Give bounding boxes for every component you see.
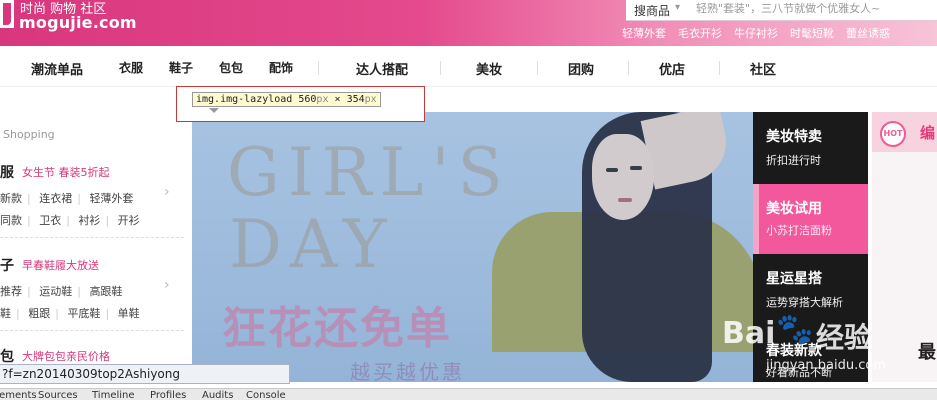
browser-status-bar: ?f=zn20140309top2Ashiyong: [0, 364, 290, 384]
element-height: 354: [346, 94, 365, 105]
category-link[interactable]: 运动鞋: [39, 285, 72, 298]
logo-icon[interactable]: [0, 0, 14, 28]
hot-link[interactable]: 轻薄外套: [622, 25, 666, 41]
nav-item-group-buy[interactable]: 团购: [568, 59, 594, 78]
category-title: 服: [0, 165, 14, 181]
category-link[interactable]: 推荐: [0, 285, 22, 298]
search-input[interactable]: [696, 2, 926, 15]
category-group-clothes[interactable]: 服 女生节 春装5折起 › 新款 | 连衣裙 | 轻薄外套 同款 | 卫衣 | 衬衫 | …: [0, 162, 184, 232]
promo-title: 美妆特卖: [766, 129, 822, 145]
devtools-tab-bar: Elements Sources Timeline Profiles Audit…: [0, 388, 937, 400]
category-links-row: 新款 | 连衣裙 | 轻薄外套: [0, 192, 134, 205]
devtools-inspect-tooltip: img.img-lazyload 560px × 354px: [176, 86, 425, 122]
unit-label: px: [364, 94, 377, 105]
watermark-text: 经验: [816, 321, 873, 354]
category-promo-link[interactable]: 大牌包包亲民价格: [22, 348, 110, 364]
category-link[interactable]: 高跟鞋: [89, 285, 122, 298]
nav-divider: [318, 61, 319, 75]
category-title: 包: [0, 349, 14, 365]
hero-banner[interactable]: GIRL'S DAY 狂花还免单 越买越优惠: [192, 112, 753, 382]
logo-url[interactable]: mogujie.com: [19, 13, 137, 32]
promo-beauty-sale[interactable]: 美妆特卖 折扣进行时: [753, 112, 868, 184]
hot-badge-icon: HOT: [880, 121, 906, 147]
category-link[interactable]: 单鞋: [118, 307, 140, 320]
side-ad-header: HOT 编: [872, 112, 937, 152]
baidu-jingyan-watermark: Bai 🐾 经验 jingyan.baidu.com: [722, 298, 922, 388]
hot-link[interactable]: 毛衣开衫: [678, 25, 722, 41]
status-url: ?f=zn20140309top2Ashiyong: [2, 367, 180, 381]
divider: [0, 330, 184, 331]
category-promo-link[interactable]: 女生节 春装5折起: [22, 164, 110, 180]
nav-item-shoes[interactable]: 鞋子: [169, 59, 193, 76]
category-link[interactable]: 衬衫: [78, 214, 100, 227]
chevron-right-icon: ›: [164, 277, 170, 293]
chevron-right-icon: ›: [164, 184, 170, 200]
page: 时尚 购物 社区 mogujie.com 搜商品 ▾ 轻薄外套 毛衣开衫 牛仔衬…: [0, 0, 937, 400]
hot-links: 轻薄外套 毛衣开衫 牛仔衬衫 时髦短靴 蕾丝诱惑: [622, 25, 890, 41]
promo-subtitle: 小苏打洁面粉: [766, 224, 832, 237]
hot-link[interactable]: 蕾丝诱惑: [846, 25, 890, 41]
nav-item-accessories[interactable]: 配饰: [269, 59, 293, 76]
category-link[interactable]: 连衣裙: [39, 192, 72, 205]
nav-item-trend[interactable]: 潮流单品: [31, 59, 83, 78]
unit-label: px: [316, 94, 329, 105]
category-link[interactable]: 开衫: [118, 214, 140, 227]
search-category-select[interactable]: 搜商品: [634, 2, 670, 19]
devtools-tab[interactable]: Console: [246, 389, 286, 400]
watermark-text: Bai: [722, 316, 776, 351]
promo-subtitle: 折扣进行时: [766, 154, 821, 167]
hot-link[interactable]: 牛仔衬衫: [734, 25, 778, 41]
category-link[interactable]: 平底鞋: [67, 307, 100, 320]
category-links-row: 鞋 | 粗跟 | 平底鞋 | 单鞋: [0, 307, 140, 320]
nav-divider: [440, 61, 441, 75]
devtools-tab[interactable]: Timeline: [92, 389, 135, 400]
category-promo-link[interactable]: 早春鞋履大放送: [22, 257, 99, 273]
divider: [0, 237, 184, 238]
nav-divider: [537, 61, 538, 75]
category-links-row: 推荐 | 运动鞋 | 高跟鞋: [0, 285, 123, 298]
search-bar: 搜商品 ▾: [626, 0, 937, 21]
element-size-label: img.img-lazyload 560px × 354px: [192, 92, 381, 107]
category-link[interactable]: 同款: [0, 214, 22, 227]
promo-title: 星运星搭: [766, 271, 822, 287]
main-nav: 潮流单品 衣服 鞋子 包包 配饰 达人搭配 美妆 团购 优店 社区: [0, 47, 937, 87]
nav-item-bags[interactable]: 包包: [219, 59, 243, 76]
paw-icon: 🐾: [776, 312, 814, 347]
category-link[interactable]: 粗跟: [28, 307, 50, 320]
nav-divider: [628, 61, 629, 75]
category-link[interactable]: 轻薄外套: [89, 192, 133, 205]
nav-item-clothes[interactable]: 衣服: [119, 59, 143, 76]
side-ad-title: 编: [920, 124, 936, 142]
category-title: 子: [0, 258, 14, 274]
element-selector: img.img-lazyload: [196, 94, 293, 105]
category-link[interactable]: 鞋: [0, 307, 11, 320]
category-link[interactable]: 卫衣: [39, 214, 61, 227]
chevron-down-icon[interactable]: ▾: [675, 2, 680, 13]
promo-title: 美妆试用: [766, 201, 822, 217]
nav-item-community[interactable]: 社区: [750, 59, 776, 78]
element-width: 560: [298, 94, 317, 105]
devtools-tab[interactable]: Profiles: [150, 389, 186, 400]
promo-beauty-trial[interactable]: 美妆试用 小苏打洁面粉: [753, 184, 868, 254]
nav-item-shops[interactable]: 优店: [659, 59, 685, 78]
category-link[interactable]: 新款: [0, 192, 22, 205]
watermark-url: jingyan.baidu.com: [766, 358, 886, 373]
devtools-tab[interactable]: Elements: [0, 389, 37, 400]
devtools-tab[interactable]: Audits: [202, 389, 233, 400]
nav-item-outfits[interactable]: 达人搭配: [356, 59, 408, 78]
sidebar-heading: Shopping: [3, 128, 55, 141]
times-sign: ×: [334, 94, 341, 105]
category-links-row: 同款 | 卫衣 | 衬衫 | 开衫: [0, 214, 140, 227]
category-sidebar: Shopping 服 女生节 春装5折起 › 新款 | 连衣裙 | 轻薄外套 同款 |…: [0, 112, 190, 370]
element-highlight-overlay: [192, 112, 753, 382]
tooltip-arrow: [209, 108, 219, 113]
devtools-tab[interactable]: Sources: [38, 389, 78, 400]
nav-divider: [719, 61, 720, 75]
category-group-shoes[interactable]: 子 早春鞋履大放送 › 推荐 | 运动鞋 | 高跟鞋 鞋 | 粗跟 | 平底鞋 | 单鞋: [0, 255, 184, 325]
hot-link[interactable]: 时髦短靴: [790, 25, 834, 41]
nav-item-beauty[interactable]: 美妆: [476, 59, 502, 78]
site-header: 时尚 购物 社区 mogujie.com 搜商品 ▾ 轻薄外套 毛衣开衫 牛仔衬…: [0, 0, 937, 46]
